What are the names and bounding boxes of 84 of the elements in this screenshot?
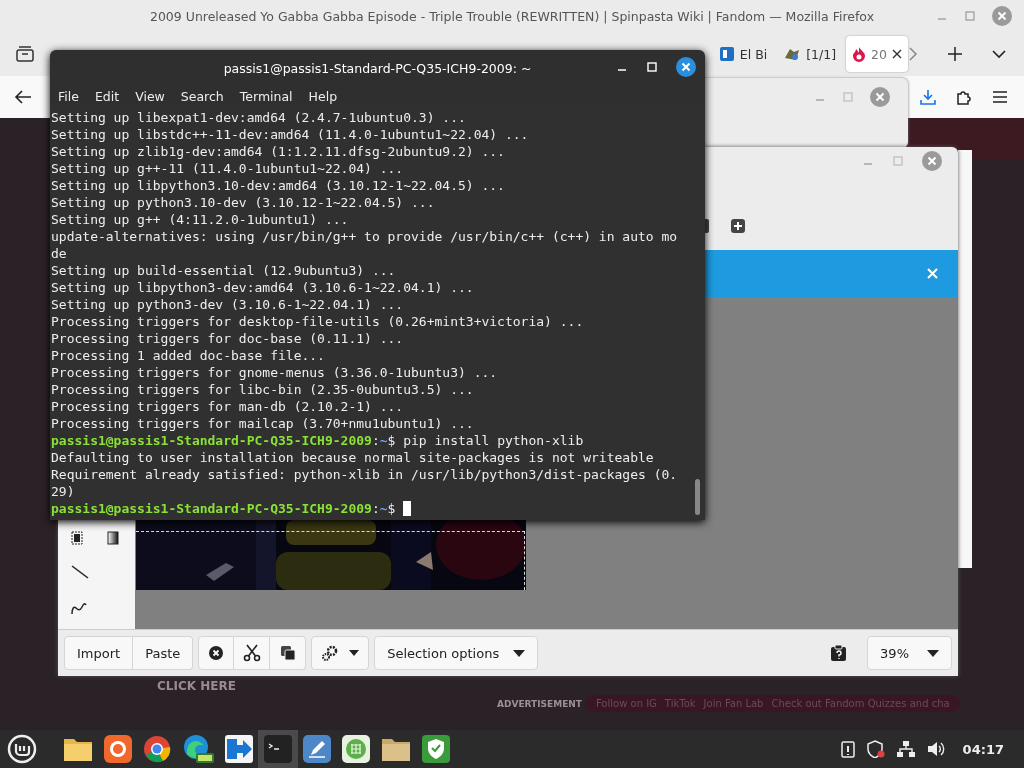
browser-tab[interactable]: El Bi (712, 36, 774, 72)
ad-label: ADVERTISEMENT (497, 698, 582, 709)
volume-icon[interactable] (926, 741, 945, 757)
close-button[interactable] (676, 57, 696, 77)
back-icon[interactable] (14, 90, 32, 104)
link-text[interactable]: CLICK HERE (157, 679, 236, 693)
terminal-line: update-alternatives: using /usr/bin/g++ to provide /usr/bin/c++ (c++) in auto mo (51, 228, 679, 245)
caret-icon (927, 649, 939, 657)
active-app-tile[interactable] (258, 730, 298, 768)
line-tool-icon[interactable] (71, 565, 89, 579)
tab-menu-icon[interactable] (992, 49, 1006, 59)
import-button[interactable]: Import (64, 636, 134, 670)
browser-icon[interactable] (182, 734, 214, 764)
browser-tab[interactable]: [1/1] (777, 36, 843, 72)
terminal-line: Requirement already satisfied: python-xlib in /usr/lib/python3/dist-packages (0. (51, 466, 679, 483)
copy-icon (279, 645, 296, 661)
zoom-dropdown[interactable]: 39% (867, 636, 952, 670)
grid-icon[interactable] (342, 735, 370, 763)
gradient-tool-icon[interactable] (107, 531, 119, 545)
clipboard-icon[interactable] (830, 644, 849, 662)
add-tab-icon[interactable] (731, 219, 745, 233)
terminal-line: 29) (51, 483, 76, 500)
new-tab-icon[interactable] (948, 47, 962, 61)
menu-item[interactable]: View (135, 88, 165, 104)
terminal-line: Setting up g++ (4:11.2.0-1ubuntu1) ... (51, 211, 350, 228)
menu-item[interactable]: Edit (94, 88, 120, 104)
download-icon[interactable] (920, 89, 936, 105)
terminal-line: Setting up python3-dev (3.10.6-1~22.04.1) ... (51, 296, 405, 313)
menu-icon[interactable] (992, 90, 1008, 104)
terminal-line: Processing triggers for man-db (2.10.2-1) ... (51, 398, 405, 415)
menu-item[interactable]: Help (308, 88, 338, 104)
tab-list-icon[interactable] (16, 46, 34, 62)
caret-icon (513, 649, 526, 657)
terminal-line: Processing 1 added doc-base file... (51, 347, 326, 364)
terminal-line: Setting up libexpat1-dev:amd64 (2.4.7-1ubuntu0.3) ... (51, 109, 467, 126)
terminal-line: Processing triggers for gnome-menus (3.36.0-1ubuntu3) ... (51, 364, 499, 381)
settings-dropdown[interactable] (311, 636, 370, 670)
scroll-tabs-icon[interactable] (908, 47, 918, 61)
menu-item[interactable]: File (58, 88, 79, 104)
copy-button[interactable] (270, 636, 307, 670)
puzzle-icon[interactable] (956, 89, 972, 105)
scissors-icon (242, 644, 261, 662)
menu-item[interactable]: Terminal (239, 88, 293, 104)
menu-logo-icon[interactable] (7, 734, 37, 764)
caret-icon (349, 650, 360, 656)
browser-icon[interactable] (143, 735, 171, 763)
terminal-line: Processing triggers for desktop-file-utils (0.26+mint3+victoria) ... (51, 313, 585, 330)
terminal-line: Setting up python3.10-dev (3.10.12-1~22.04.5) ... (51, 194, 436, 211)
terminal-line: Setting up libpython3-dev:amd64 (3.10.6-1~22.04.1) ... (51, 279, 475, 296)
terminal-line: Setting up zlib1g-dev:amd64 (1:1.2.11.dfsg-2ubuntu9.2) ... (51, 143, 506, 160)
close-circle-icon (208, 645, 225, 661)
close-icon[interactable] (927, 268, 938, 279)
terminal-line: Defaulting to user installation because normal site-packages is not writeable (51, 449, 655, 466)
selection-options-dropdown[interactable]: Selection options (374, 636, 539, 670)
site-icon (718, 46, 735, 62)
clipboard-alert-icon[interactable] (840, 740, 855, 758)
terminal-line: de (51, 245, 68, 262)
pen-icon[interactable] (303, 735, 331, 763)
terminal-line: passis1@passis1-Standard-PC-Q35-ICH9-2009:~$ pip install python-xlib (51, 432, 585, 449)
clock[interactable]: 04:17 (962, 741, 1004, 757)
browser-icon[interactable] (104, 735, 132, 763)
terminal-line: Processing triggers for libc-bin (2.35-0ubuntu3.5) ... (51, 381, 475, 398)
shield-icon[interactable] (866, 740, 885, 758)
window-title: 2009 Unreleased Yo Gabba Gabba Episode - Triple Trouble (REWRITTEN) | Spinpasta Wiki | Fandom — Mozilla Firefox (149, 8, 875, 24)
cut-button[interactable] (234, 636, 271, 670)
gear-icon (321, 645, 340, 661)
flame-icon (852, 46, 867, 62)
terminal-line: Setting up libstdc++-11-dev:amd64 (11.4.0-1ubuntu1~22.04) ... (51, 126, 530, 143)
terminal-line: passis1@passis1-Standard-PC-Q35-ICH9-2009:~$ (51, 500, 705, 517)
site-icon (783, 46, 802, 62)
scrollbar-thumb[interactable] (695, 479, 700, 515)
terminal-line: Processing triggers for doc-base (0.11.1) ... (51, 330, 405, 347)
terminal-line: Setting up build-essential (12.9ubuntu3) ... (51, 262, 397, 279)
terminal-line: Setting up libpython3.10-dev:amd64 (3.10.12-1~22.04.5) ... (51, 177, 506, 194)
window-title: passis1@passis1-Standard-PC-Q35-ICH9-2009: ~ (223, 60, 532, 76)
clear-button[interactable] (198, 636, 235, 670)
terminal-line: Setting up g++-11 (11.4.0-1ubuntu1~22.04) ... (51, 160, 405, 177)
paste-button[interactable]: Paste (133, 636, 194, 670)
network-icon[interactable] (896, 740, 915, 758)
menu-item[interactable]: Search (180, 88, 224, 104)
terminal-line: Processing triggers for mailcap (3.70+nmu1ubuntu1) ... (51, 415, 475, 432)
close-tab-icon[interactable] (892, 49, 902, 59)
select-tool-icon[interactable] (71, 531, 83, 545)
browser-tab[interactable]: 20 (846, 36, 908, 72)
